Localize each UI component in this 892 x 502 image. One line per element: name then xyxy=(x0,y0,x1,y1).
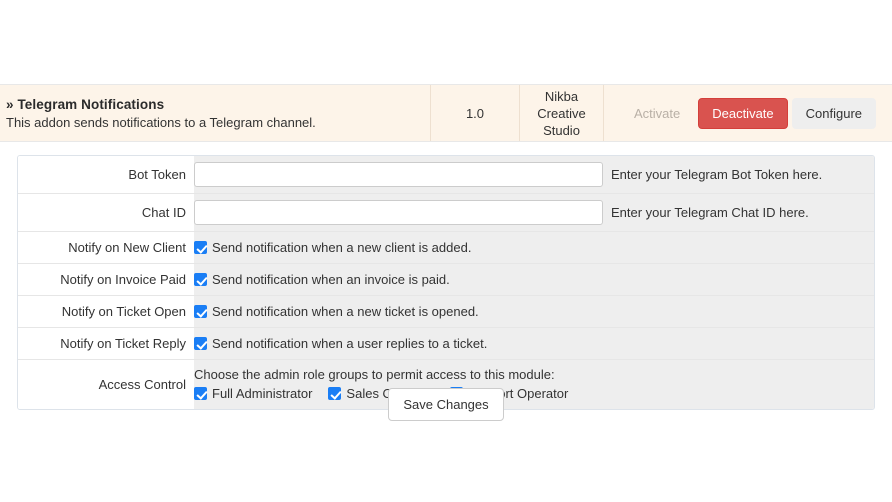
addon-version-cell: 1.0 xyxy=(430,85,519,141)
addon-row: » Telegram Notifications This addon send… xyxy=(0,84,892,142)
field-row-notify-ticket-open: Notify on Ticket Open Send notification … xyxy=(18,296,874,328)
field-row-notify-invoice-paid: Notify on Invoice Paid Send notification… xyxy=(18,264,874,296)
addon-title: » Telegram Notifications xyxy=(6,96,165,112)
addon-description: This addon sends notifications to a Tele… xyxy=(6,114,316,130)
field-value-notify-invoice-paid: Send notification when an invoice is pai… xyxy=(194,264,874,295)
notify-ticket-open-checkbox[interactable] xyxy=(194,305,207,318)
addon-author: Nikba Creative Studio xyxy=(537,88,586,138)
field-label-notify-ticket-open: Notify on Ticket Open xyxy=(18,296,194,327)
field-label-bot-token: Bot Token xyxy=(18,156,194,193)
notify-ticket-reply-checkbox[interactable] xyxy=(194,337,207,350)
addon-actions-cell: Activate Deactivate Configure xyxy=(603,85,892,141)
field-row-notify-ticket-reply: Notify on Ticket Reply Send notification… xyxy=(18,328,874,360)
deactivate-button[interactable]: Deactivate xyxy=(698,97,788,129)
save-changes-button[interactable]: Save Changes xyxy=(388,388,504,421)
field-label-notify-invoice-paid: Notify on Invoice Paid xyxy=(18,264,194,295)
field-label-notify-ticket-reply: Notify on Ticket Reply xyxy=(18,328,194,359)
field-value-chat-id: Enter your Telegram Chat ID here. xyxy=(194,194,874,231)
notify-ticket-reply-wrap: Send notification when a user replies to… xyxy=(194,336,487,351)
notify-invoice-paid-checkbox[interactable] xyxy=(194,273,207,286)
field-label-notify-new-client: Notify on New Client xyxy=(18,232,194,263)
addon-author-cell: Nikba Creative Studio xyxy=(519,85,603,141)
page-root: » Telegram Notifications This addon send… xyxy=(0,0,892,502)
notify-ticket-open-wrap: Send notification when a new ticket is o… xyxy=(194,304,479,319)
chat-id-input[interactable] xyxy=(194,200,603,225)
activate-button[interactable]: Activate xyxy=(620,98,694,129)
bot-token-help: Enter your Telegram Bot Token here. xyxy=(611,167,823,182)
field-label-chat-id: Chat ID xyxy=(18,194,194,231)
notify-invoice-paid-label: Send notification when an invoice is pai… xyxy=(212,272,450,287)
field-value-notify-ticket-open: Send notification when a new ticket is o… xyxy=(194,296,874,327)
field-value-notify-ticket-reply: Send notification when a user replies to… xyxy=(194,328,874,359)
field-row-bot-token: Bot Token Enter your Telegram Bot Token … xyxy=(18,156,874,194)
addon-info-cell: » Telegram Notifications This addon send… xyxy=(0,85,430,141)
notify-ticket-open-label: Send notification when a new ticket is o… xyxy=(212,304,479,319)
field-row-notify-new-client: Notify on New Client Send notification w… xyxy=(18,232,874,264)
field-value-notify-new-client: Send notification when a new client is a… xyxy=(194,232,874,263)
notify-invoice-paid-wrap: Send notification when an invoice is pai… xyxy=(194,272,450,287)
chat-id-help: Enter your Telegram Chat ID here. xyxy=(611,205,809,220)
addon-version: 1.0 xyxy=(465,105,485,121)
configure-button[interactable]: Configure xyxy=(791,97,877,129)
bot-token-input[interactable] xyxy=(194,162,603,187)
save-area: Save Changes xyxy=(0,388,892,421)
notify-new-client-wrap: Send notification when a new client is a… xyxy=(194,240,471,255)
access-control-intro: Choose the admin role groups to permit a… xyxy=(194,367,555,382)
notify-new-client-checkbox[interactable] xyxy=(194,241,207,254)
field-value-bot-token: Enter your Telegram Bot Token here. xyxy=(194,156,874,193)
field-row-chat-id: Chat ID Enter your Telegram Chat ID here… xyxy=(18,194,874,232)
notify-new-client-label: Send notification when a new client is a… xyxy=(212,240,472,255)
settings-panel: Bot Token Enter your Telegram Bot Token … xyxy=(17,155,875,410)
notify-ticket-reply-label: Send notification when a user replies to… xyxy=(212,336,488,351)
